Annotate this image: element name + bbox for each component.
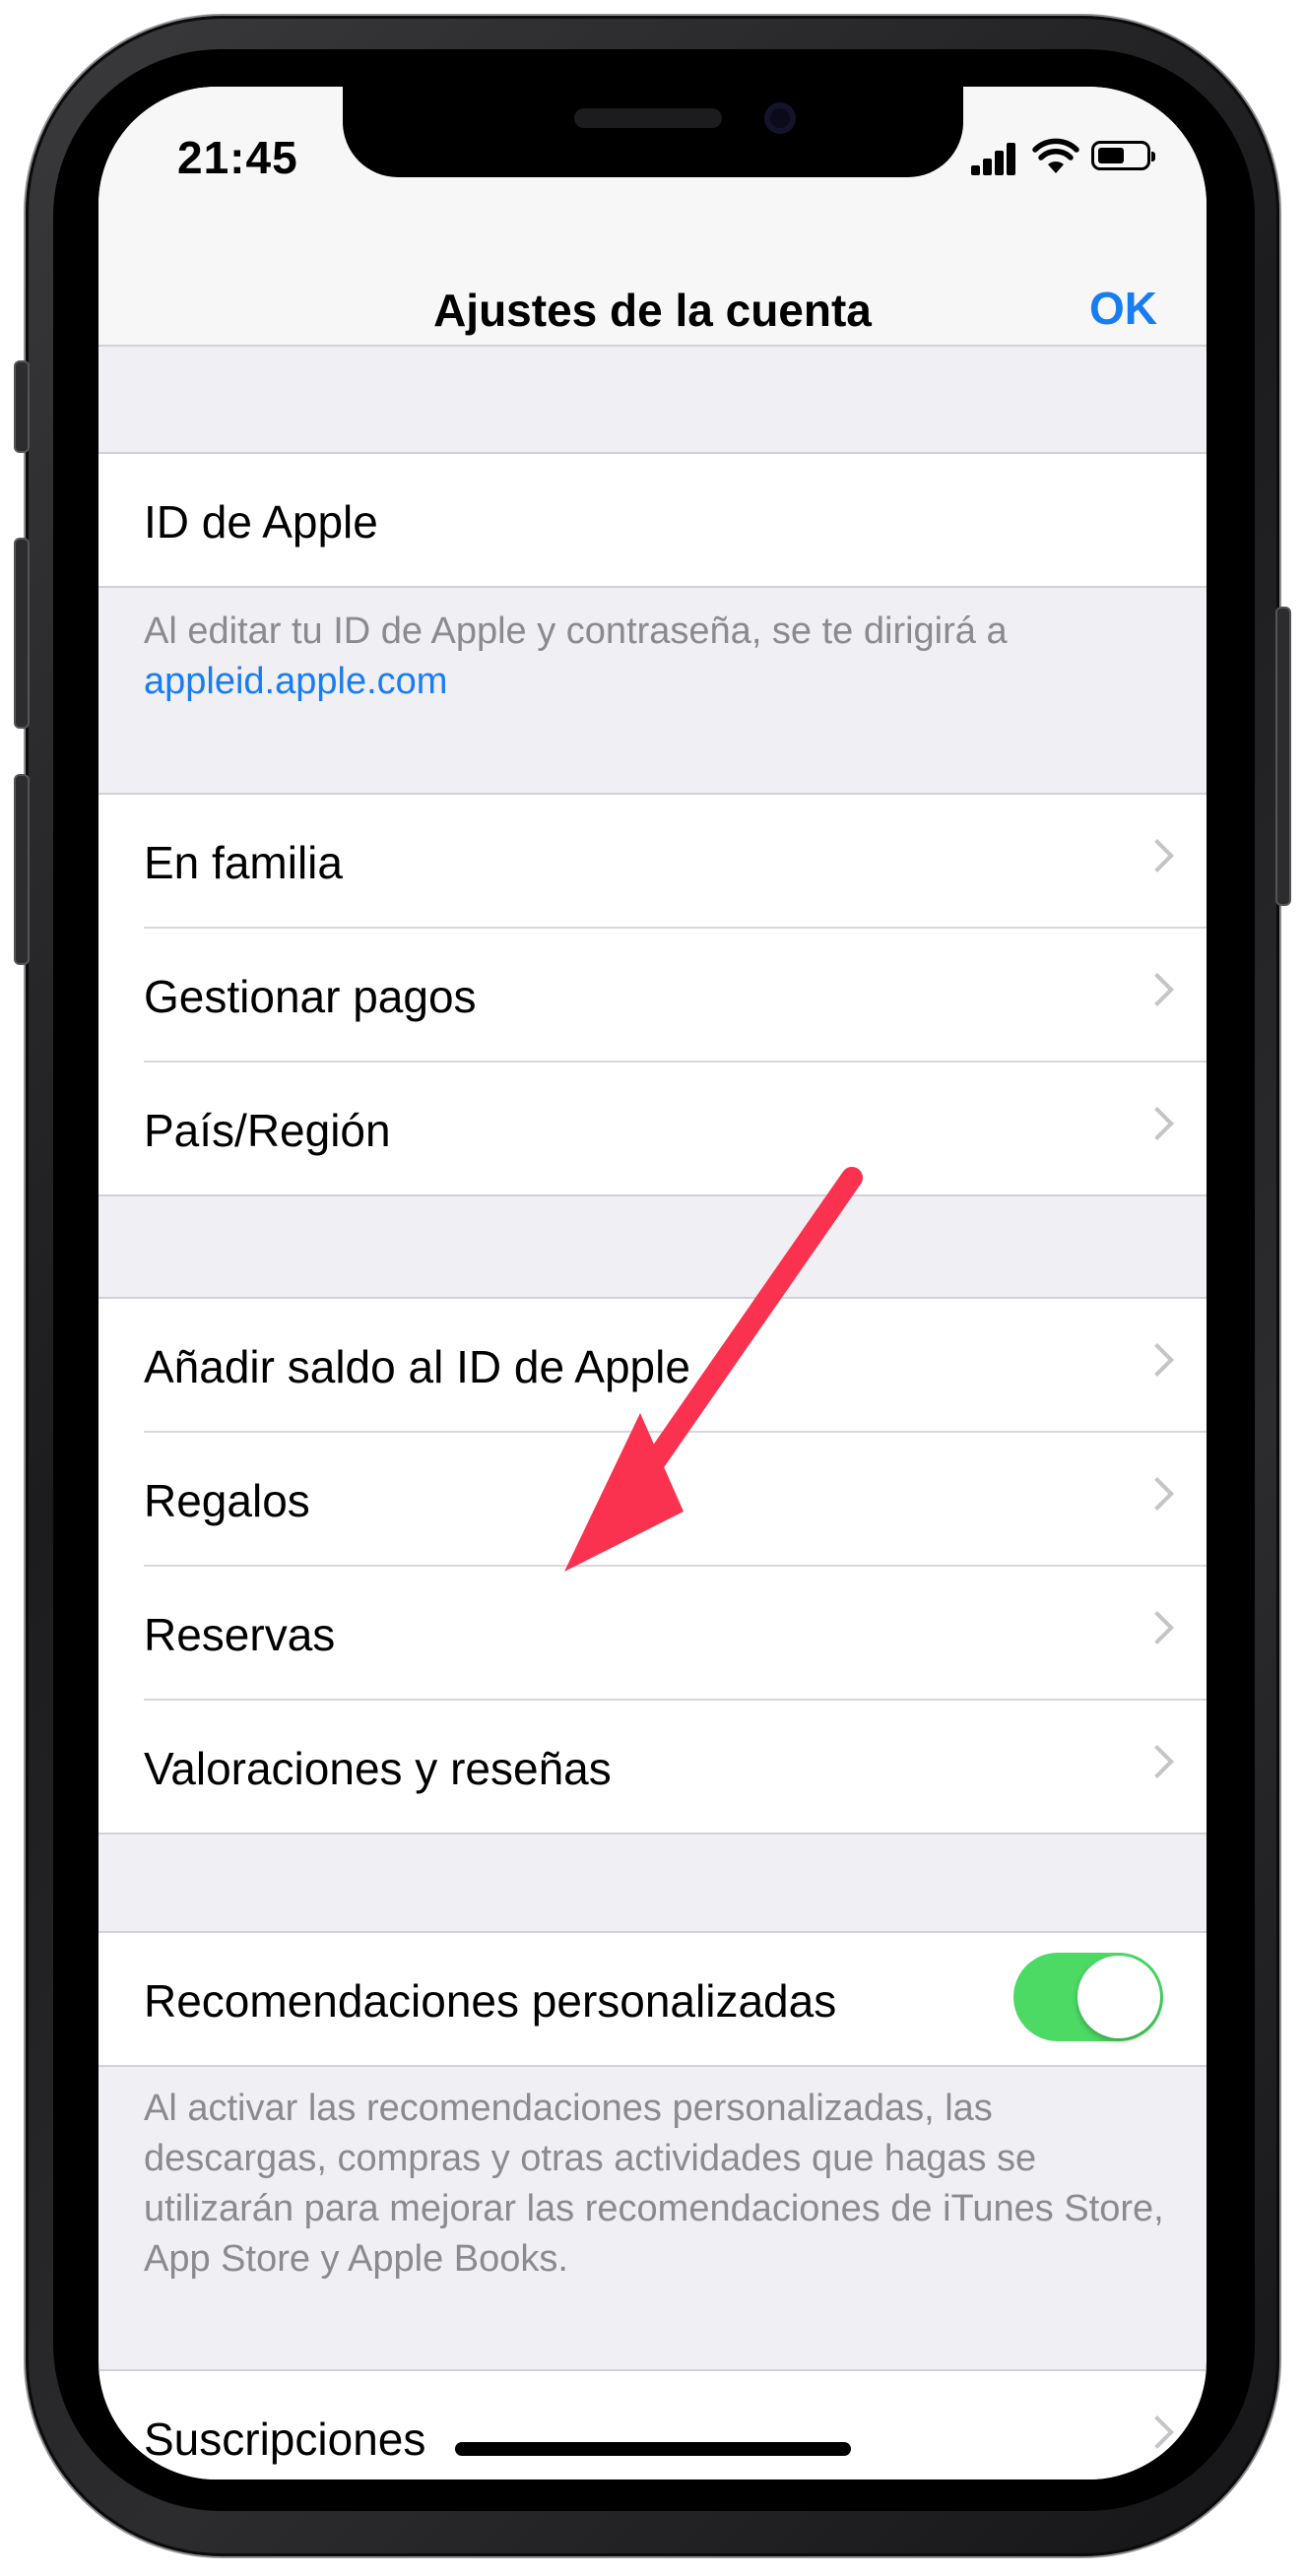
row-label: Regalos — [144, 1475, 310, 1526]
row-anadir-saldo[interactable]: Añadir saldo al ID de Apple — [144, 1299, 1207, 1433]
home-indicator[interactable] — [455, 2442, 851, 2456]
row-label: Añadir saldo al ID de Apple — [144, 1341, 690, 1392]
chevron-right-icon — [1141, 1745, 1174, 1778]
speaker-grille — [574, 108, 722, 128]
appleid-link[interactable]: appleid.apple.com — [144, 657, 1168, 707]
row-label: Suscripciones — [144, 2414, 426, 2465]
row-label: Valoraciones y reseñas — [144, 1743, 612, 1794]
cellular-signal-icon — [971, 142, 1016, 175]
toggle-knob — [1077, 1956, 1160, 2038]
status-time: 21:45 — [177, 132, 298, 183]
row-valoraciones[interactable]: Valoraciones y reseñas — [144, 1701, 1207, 1833]
silent-switch — [14, 360, 30, 453]
chevron-right-icon — [1141, 1343, 1174, 1377]
row-label: País/Región — [144, 1105, 391, 1156]
row-label: Gestionar pagos — [144, 971, 477, 1022]
row-pais-region[interactable]: País/Región — [144, 1063, 1207, 1194]
recommendations-group: Recomendaciones personalizadas — [98, 1931, 1207, 2067]
ok-button[interactable]: OK — [1089, 282, 1157, 335]
apple-id-note: Al editar tu ID de Apple y contraseña, s… — [144, 607, 1168, 707]
row-label: Recomendaciones personalizadas — [144, 1975, 837, 2027]
row-suscripciones[interactable]: Suscripciones — [144, 2371, 1207, 2479]
chevron-right-icon — [1141, 1611, 1174, 1644]
navigation-bar: Ajustes de la cuenta OK — [98, 234, 1207, 347]
chevron-right-icon — [1141, 839, 1174, 872]
row-label: En familia — [144, 837, 343, 888]
front-camera — [764, 102, 796, 134]
wifi-icon — [1032, 138, 1079, 173]
apple-id-note-text: Al editar tu ID de Apple y contraseña, s… — [144, 611, 1008, 652]
row-label: Reservas — [144, 1609, 336, 1660]
chevron-right-icon — [1141, 2415, 1174, 2449]
chevron-right-icon — [1141, 973, 1174, 1006]
row-regalos[interactable]: Regalos — [144, 1433, 1207, 1567]
power-button — [1275, 607, 1291, 906]
recommendations-toggle[interactable] — [1013, 1953, 1163, 2041]
battery-icon — [1091, 141, 1155, 170]
volume-up-button — [14, 538, 30, 729]
chevron-right-icon — [1141, 1107, 1174, 1140]
volume-down-button — [14, 774, 30, 965]
apple-id-group: ID de Apple — [98, 452, 1207, 588]
chevron-right-icon — [1141, 1477, 1174, 1511]
subscriptions-group: Suscripciones — [98, 2369, 1207, 2479]
apple-id-label: ID de Apple — [144, 496, 378, 547]
row-gestionar-pagos[interactable]: Gestionar pagos — [144, 929, 1207, 1063]
account-group: En familia Gestionar pagos País/Región — [98, 793, 1207, 1196]
apple-id-row[interactable]: ID de Apple — [144, 454, 1207, 586]
store-group: Añadir saldo al ID de Apple Regalos Rese… — [98, 1297, 1207, 1835]
notch — [343, 87, 963, 177]
recommendations-note: Al activar las recomendaciones personali… — [144, 2088, 1164, 2280]
row-recomendaciones: Recomendaciones personalizadas — [144, 1933, 1207, 2065]
row-reservas[interactable]: Reservas — [144, 1567, 1207, 1701]
page-title: Ajustes de la cuenta — [433, 285, 872, 336]
row-en-familia[interactable]: En familia — [144, 795, 1207, 929]
screen: 21:45 Ajustes de la cuenta OK ID de Appl… — [98, 87, 1207, 2479]
